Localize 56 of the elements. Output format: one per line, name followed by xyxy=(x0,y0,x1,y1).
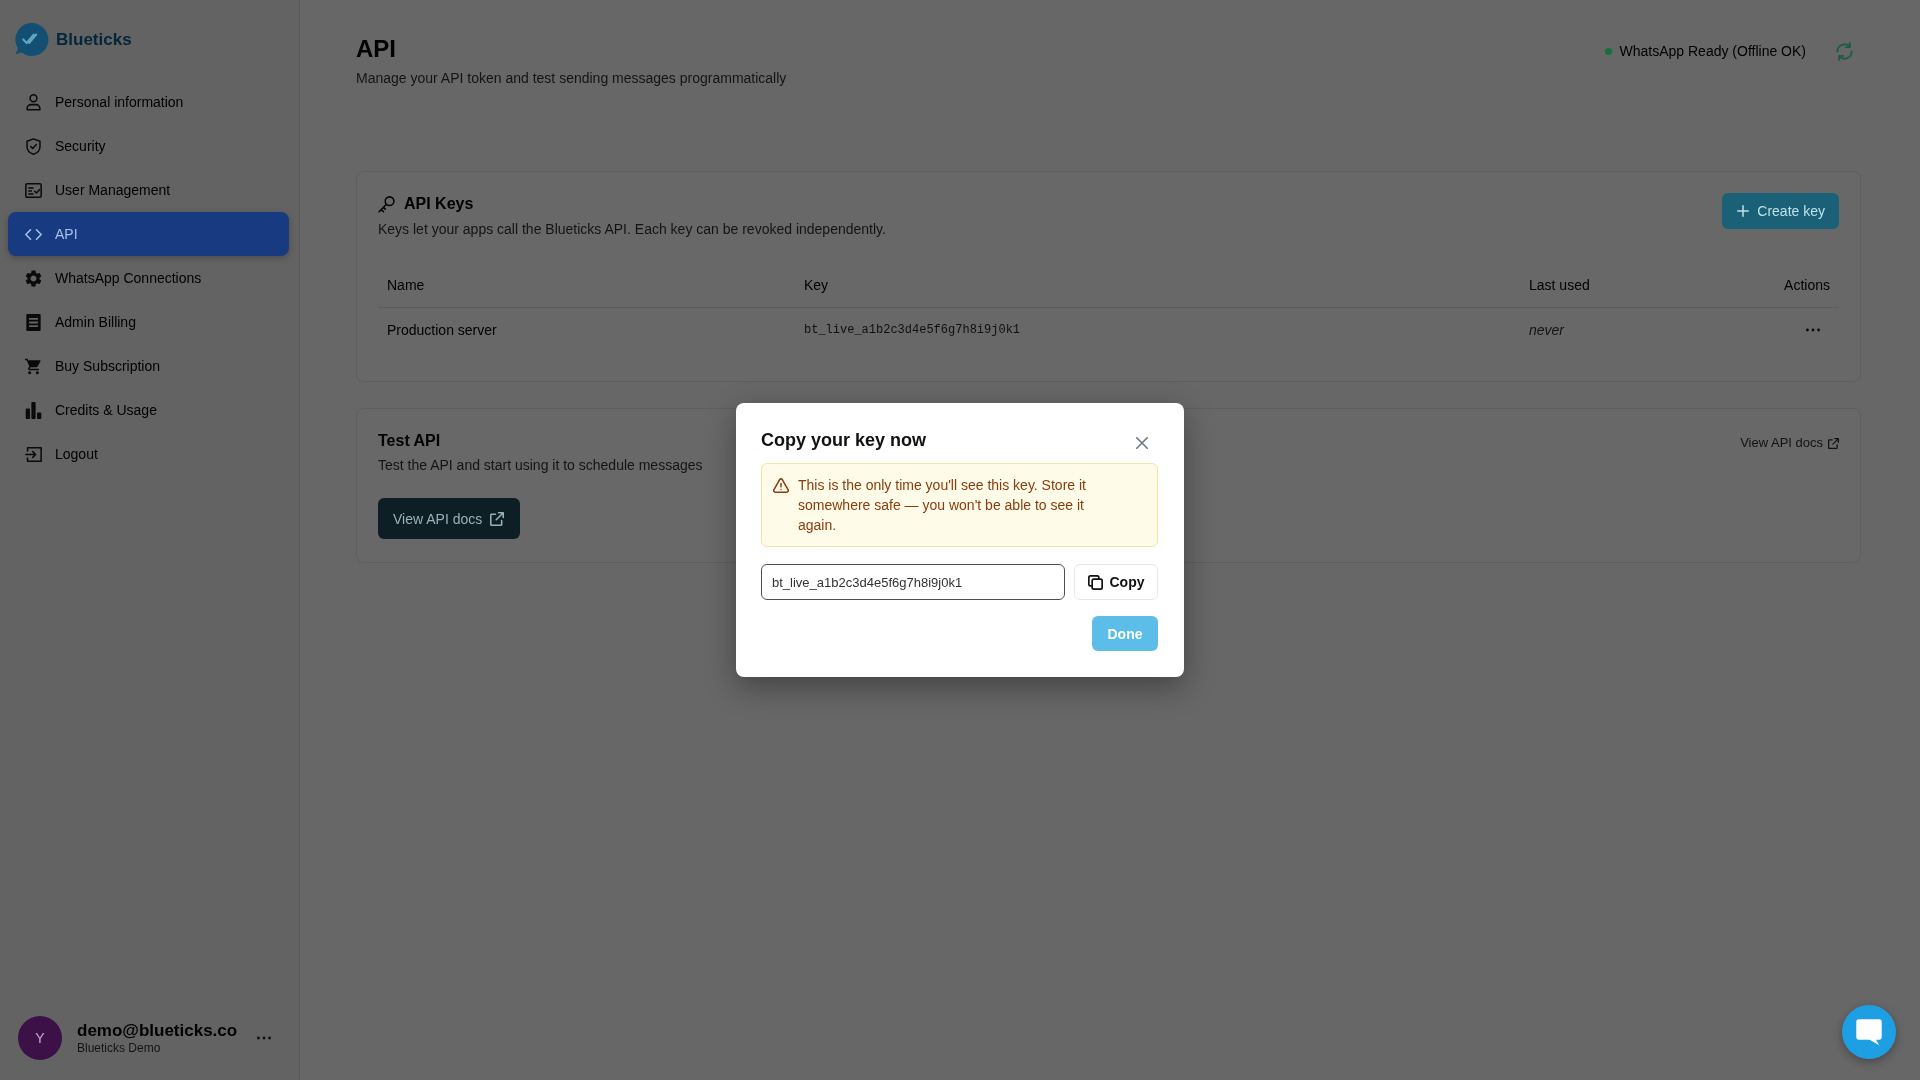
copy-button[interactable]: Copy xyxy=(1074,564,1158,600)
status-dot-icon xyxy=(1604,47,1612,55)
chat-button[interactable] xyxy=(1842,1005,1896,1059)
bar-chart-icon xyxy=(25,401,42,419)
gear-icon xyxy=(25,269,42,287)
page-title: API xyxy=(356,35,397,63)
avatar: Y xyxy=(18,1016,62,1060)
chat-icon xyxy=(1855,1018,1883,1046)
create-key-button[interactable]: Create key xyxy=(1722,193,1839,229)
cart-icon xyxy=(25,357,42,375)
warning-icon xyxy=(773,478,789,493)
sidebar-item[interactable]: Logout xyxy=(8,432,289,476)
column-header: Key xyxy=(803,277,830,293)
sidebar-item[interactable]: Buy Subscription xyxy=(8,344,289,388)
more-icon[interactable] xyxy=(257,1036,272,1040)
warning-text: This is the only time you'll see this key. Store it somewhere safe — you won't be able to see it again. xyxy=(798,476,1087,535)
card-title: API Keys xyxy=(404,194,474,214)
plus-icon xyxy=(1737,205,1750,217)
logo-icon xyxy=(15,23,49,56)
shield-check-icon xyxy=(25,137,42,155)
table-cell-text: never xyxy=(1528,322,1566,338)
table-cell-text: Production server xyxy=(386,322,498,338)
external-link-icon xyxy=(490,511,505,526)
table-cell-text: bt_live_a1b2c3d4e5f6g7h8i9j0k1 xyxy=(803,323,1022,337)
sidebar-item[interactable]: Security xyxy=(8,124,289,168)
done-button[interactable]: Done xyxy=(1092,616,1158,651)
account-email: demo@blueticks.co xyxy=(77,1020,238,1041)
docs-link[interactable]: View API docs xyxy=(1740,433,1839,453)
sidebar-item[interactable]: Admin Billing xyxy=(8,300,289,344)
sidebar-item[interactable]: User Management xyxy=(8,168,289,212)
close-icon[interactable] xyxy=(1136,437,1148,449)
key-icon xyxy=(378,195,395,213)
person-icon xyxy=(25,93,42,111)
column-header: Name xyxy=(386,277,426,293)
sidebar-item[interactable]: Personal information xyxy=(8,80,289,124)
sidebar-item[interactable]: Credits & Usage xyxy=(8,388,289,432)
page-subtitle: Manage your API token and test sending messages programmatically xyxy=(356,69,787,88)
key-field[interactable]: bt_live_a1b2c3d4e5f6g7h8i9j0k1 xyxy=(761,564,1065,600)
brand-name: Blueticks xyxy=(56,29,132,50)
external-link-icon xyxy=(1828,437,1839,449)
checklist-icon xyxy=(25,181,42,199)
sidebar-item[interactable]: API xyxy=(8,212,289,256)
sidebar-item[interactable]: WhatsApp Connections xyxy=(8,256,289,300)
document-icon xyxy=(25,313,42,331)
dialog-title: Copy your key now xyxy=(761,429,927,452)
more-icon[interactable] xyxy=(1806,328,1820,332)
copy-icon xyxy=(1087,574,1103,590)
card-subtitle: Keys let your apps call the Blueticks API. Each key can be revoked independently. xyxy=(378,220,886,239)
status-text: WhatsApp Ready (Offline OK) xyxy=(1619,42,1806,61)
card-subtitle: Test the API and start using it to schedule messages xyxy=(378,456,703,475)
column-header: Last used xyxy=(1528,277,1591,293)
account-name: Blueticks Demo xyxy=(77,1041,162,1056)
logout-icon xyxy=(25,445,42,463)
column-header: Actions xyxy=(1783,277,1831,293)
card-title: Test API xyxy=(378,431,442,451)
docs-button[interactable]: View API docs xyxy=(378,498,521,539)
